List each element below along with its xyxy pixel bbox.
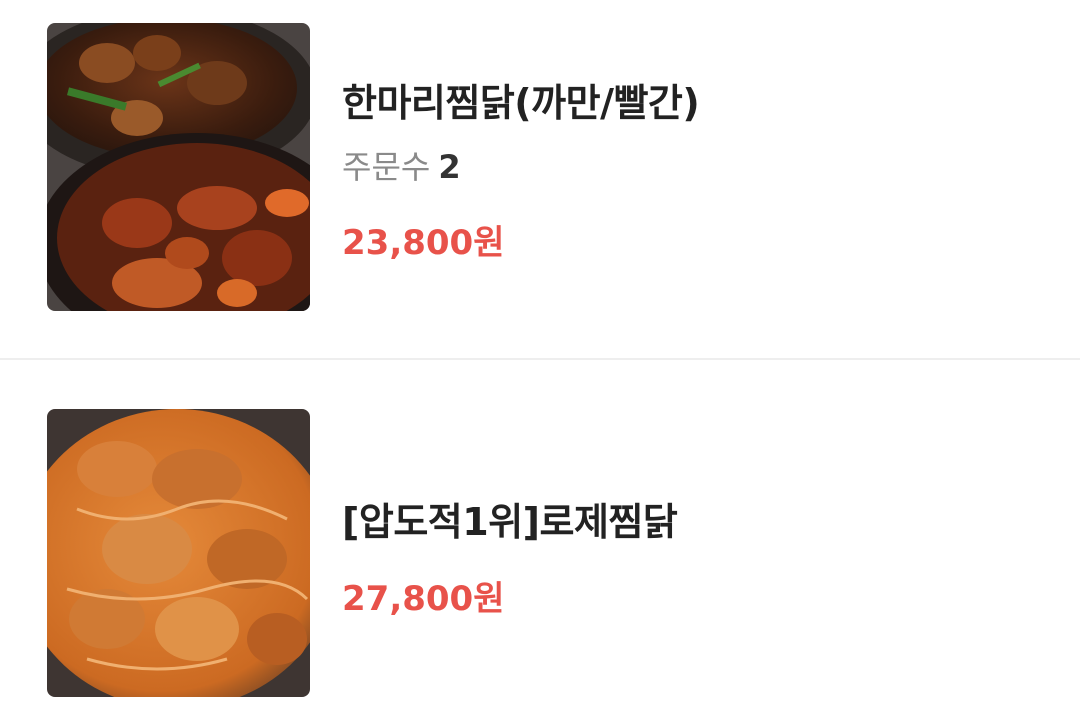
menu-item-price: 23,800원 (342, 223, 505, 263)
dark-jjimdak-dish-image (47, 23, 310, 311)
rose-jjimdak-dish-image (47, 409, 310, 697)
menu-list: 한마리찜닭(까만/빨간) 주문수 2 23,800원 [압도적1위]로제찜닭 2… (0, 0, 1080, 714)
order-count: 주문수 2 (342, 142, 461, 188)
order-count-value: 2 (438, 148, 461, 186)
menu-item-name: [압도적1위]로제찜닭 (342, 500, 678, 544)
menu-item-dark-jjimdak[interactable]: 한마리찜닭(까만/빨간) 주문수 2 23,800원 (0, 0, 1080, 358)
menu-item-price: 27,800원 (342, 579, 505, 619)
menu-item-name: 한마리찜닭(까만/빨간) (342, 81, 700, 125)
menu-item-rose-jjimdak[interactable]: [압도적1위]로제찜닭 27,800원 (0, 360, 1080, 714)
order-count-label: 주문수 (342, 148, 431, 186)
